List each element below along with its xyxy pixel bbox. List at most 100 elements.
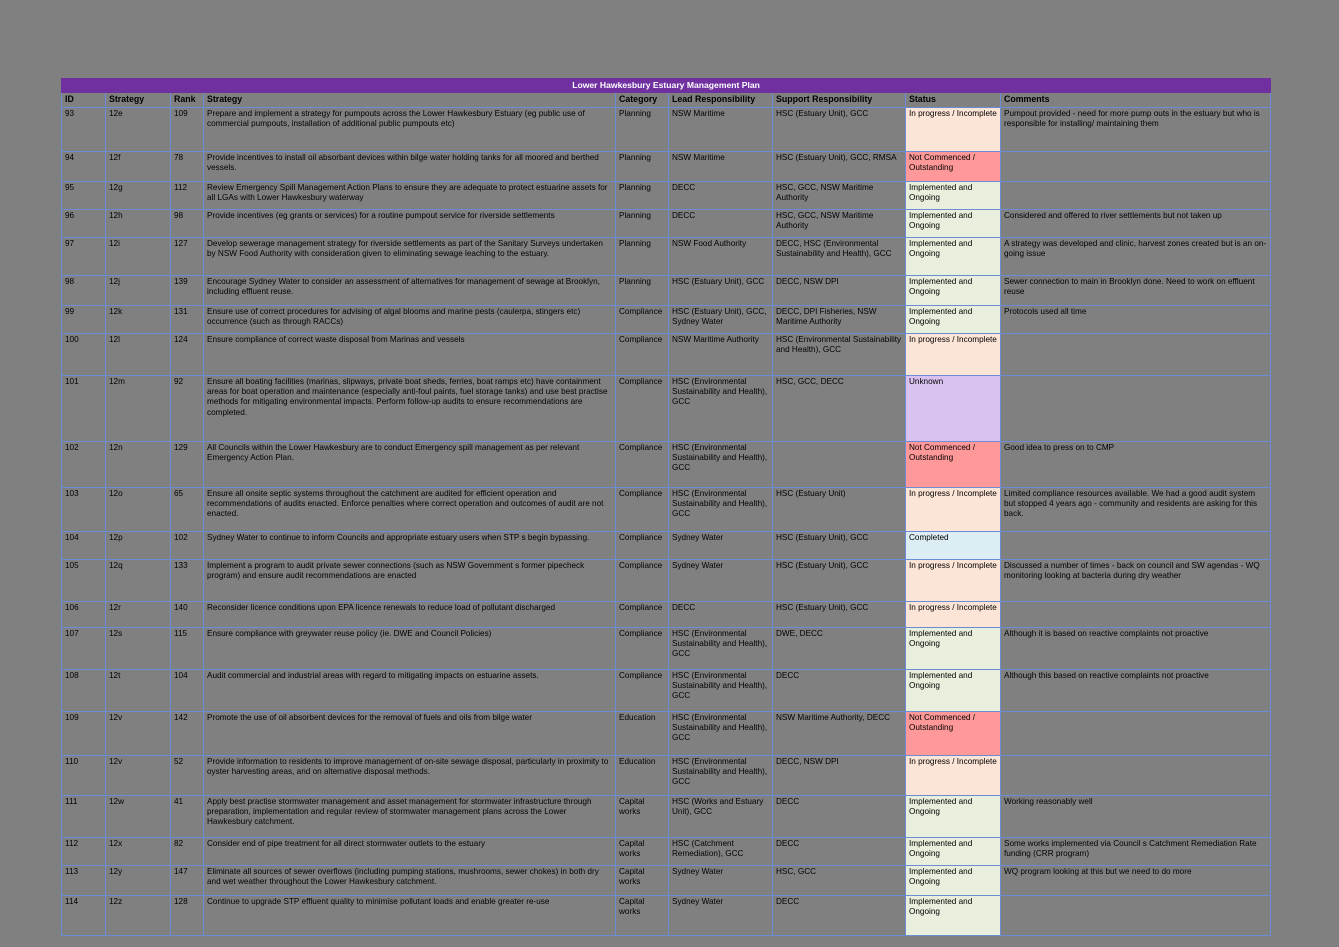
cell-support-responsibility[interactable]: HSC (Estuary Unit) xyxy=(772,487,906,532)
cell-strategy-code[interactable]: 12v xyxy=(105,755,171,796)
cell-lead-responsibility[interactable]: HSC (Environmental Sustainability and He… xyxy=(668,441,773,488)
cell-comments[interactable] xyxy=(999,531,1272,560)
cell-rank[interactable]: 82 xyxy=(170,837,204,866)
table-row[interactable]: 94 12f 78 Provide incentives to install oil… xyxy=(61,151,1272,182)
cell-strategy-code[interactable]: 12v xyxy=(105,711,171,756)
cell-strategy-code[interactable]: 12t xyxy=(105,669,171,712)
table-row[interactable]: 100 12l 124 Ensure compliance of correct wa… xyxy=(61,333,1272,376)
cell-lead-responsibility[interactable]: DECC xyxy=(668,209,773,238)
table-row[interactable]: 106 12r 140 Reconsider licence conditions u… xyxy=(61,601,1272,628)
cell-id[interactable]: 99 xyxy=(61,305,106,334)
cell-support-responsibility[interactable]: HSC, GCC, DECC xyxy=(772,375,906,442)
table-row[interactable]: 101 12m 92 Ensure all boating facilities (m… xyxy=(61,375,1272,442)
cell-rank[interactable]: 98 xyxy=(170,209,204,238)
table-row[interactable]: 104 12p 102 Sydney Water to continue to inf… xyxy=(61,531,1272,560)
cell-support-responsibility[interactable]: DECC, DPI Fisheries, NSW Maritime Author… xyxy=(772,305,906,334)
cell-strategy[interactable]: Encourage Sydney Water to consider an as… xyxy=(203,275,616,306)
cell-lead-responsibility[interactable]: DECC xyxy=(668,601,773,628)
cell-strategy[interactable]: Prepare and implement a strategy for pum… xyxy=(203,107,616,152)
cell-status[interactable]: Implemented and Ongoing xyxy=(905,305,1001,334)
cell-category[interactable]: Planning xyxy=(615,209,669,238)
table-row[interactable]: 95 12g 112 Review Emergency Spill Managemen… xyxy=(61,181,1272,210)
cell-comments[interactable] xyxy=(999,601,1272,628)
cell-lead-responsibility[interactable]: HSC (Environmental Sustainability and He… xyxy=(668,375,773,442)
table-row[interactable]: 111 12w 41 Apply best practise stormwater m… xyxy=(61,795,1272,838)
cell-id[interactable]: 107 xyxy=(61,627,106,670)
table-row[interactable]: 99 12k 131 Ensure use of correct procedures… xyxy=(61,305,1272,334)
cell-strategy-code[interactable]: 12z xyxy=(105,895,171,936)
cell-status[interactable]: Unknown xyxy=(905,375,1001,442)
cell-comments[interactable]: Good idea to press on to CMP xyxy=(999,441,1272,488)
cell-id[interactable]: 96 xyxy=(61,209,106,238)
cell-status[interactable]: Implemented and Ongoing xyxy=(905,669,1001,712)
table-row[interactable]: 112 12x 82 Consider end of pipe treatment f… xyxy=(61,837,1272,866)
cell-lead-responsibility[interactable]: NSW Maritime xyxy=(668,107,773,152)
cell-id[interactable]: 105 xyxy=(61,559,106,602)
cell-lead-responsibility[interactable]: HSC (Estuary Unit), GCC xyxy=(668,275,773,306)
cell-rank[interactable]: 52 xyxy=(170,755,204,796)
cell-category[interactable]: Compliance xyxy=(615,305,669,334)
cell-strategy[interactable]: Ensure all boating facilities (marinas, … xyxy=(203,375,616,442)
column-header-rank[interactable]: Rank xyxy=(170,92,204,108)
cell-strategy-code[interactable]: 12h xyxy=(105,209,171,238)
cell-id[interactable]: 109 xyxy=(61,711,106,756)
cell-lead-responsibility[interactable]: HSC (Estuary Unit), GCC, Sydney Water xyxy=(668,305,773,334)
cell-strategy-code[interactable]: 12i xyxy=(105,237,171,276)
cell-strategy[interactable]: All Councils within the Lower Hawkesbury… xyxy=(203,441,616,488)
cell-strategy-code[interactable]: 12s xyxy=(105,627,171,670)
cell-category[interactable]: Capital works xyxy=(615,795,669,838)
cell-rank[interactable]: 128 xyxy=(170,895,204,936)
cell-rank[interactable]: 112 xyxy=(170,181,204,210)
cell-status[interactable]: In progress / Incomplete xyxy=(905,601,1001,628)
cell-strategy[interactable]: Promote the use of oil absorbent devices… xyxy=(203,711,616,756)
cell-comments[interactable]: Considered and offered to river settleme… xyxy=(999,209,1272,238)
table-row[interactable]: 105 12q 133 Implement a program to audit pr… xyxy=(61,559,1272,602)
cell-support-responsibility[interactable]: HSC (Estuary Unit), GCC xyxy=(772,601,906,628)
cell-lead-responsibility[interactable]: HSC (Environmental Sustainability and He… xyxy=(668,487,773,532)
column-header-status[interactable]: Status xyxy=(905,92,1001,108)
cell-support-responsibility[interactable]: DWE, DECC xyxy=(772,627,906,670)
cell-id[interactable]: 110 xyxy=(61,755,106,796)
column-header-category[interactable]: Category xyxy=(615,92,669,108)
cell-id[interactable]: 98 xyxy=(61,275,106,306)
cell-strategy[interactable]: Provide incentives (eg grants or service… xyxy=(203,209,616,238)
cell-status[interactable]: In progress / Incomplete xyxy=(905,559,1001,602)
cell-status[interactable]: Implemented and Ongoing xyxy=(905,627,1001,670)
cell-lead-responsibility[interactable]: Sydney Water xyxy=(668,559,773,602)
cell-support-responsibility[interactable]: DECC, NSW DPI xyxy=(772,755,906,796)
cell-support-responsibility[interactable]: DECC, HSC (Environmental Sustainability … xyxy=(772,237,906,276)
cell-id[interactable]: 106 xyxy=(61,601,106,628)
cell-rank[interactable]: 102 xyxy=(170,531,204,560)
table-row[interactable]: 97 12i 127 Develop sewerage management stra… xyxy=(61,237,1272,276)
cell-strategy-code[interactable]: 12j xyxy=(105,275,171,306)
table-row[interactable]: 98 12j 139 Encourage Sydney Water to consid… xyxy=(61,275,1272,306)
cell-category[interactable]: Compliance xyxy=(615,559,669,602)
cell-lead-responsibility[interactable]: HSC (Works and Estuary Unit), GCC xyxy=(668,795,773,838)
cell-category[interactable]: Planning xyxy=(615,181,669,210)
cell-strategy[interactable]: Apply best practise stormwater managemen… xyxy=(203,795,616,838)
cell-rank[interactable]: 104 xyxy=(170,669,204,712)
cell-id[interactable]: 95 xyxy=(61,181,106,210)
cell-category[interactable]: Compliance xyxy=(615,531,669,560)
cell-status[interactable]: Implemented and Ongoing xyxy=(905,795,1001,838)
cell-support-responsibility[interactable]: HSC, GCC xyxy=(772,865,906,896)
cell-lead-responsibility[interactable]: NSW Maritime xyxy=(668,151,773,182)
cell-category[interactable]: Capital works xyxy=(615,895,669,936)
cell-lead-responsibility[interactable]: Sydney Water xyxy=(668,895,773,936)
cell-comments[interactable]: WQ program looking at this but we need t… xyxy=(999,865,1272,896)
cell-category[interactable]: Planning xyxy=(615,151,669,182)
cell-strategy-code[interactable]: 12k xyxy=(105,305,171,334)
table-row[interactable]: 109 12v 142 Promote the use of oil absorben… xyxy=(61,711,1272,756)
cell-rank[interactable]: 147 xyxy=(170,865,204,896)
cell-status[interactable]: Implemented and Ongoing xyxy=(905,209,1001,238)
cell-support-responsibility[interactable]: DECC xyxy=(772,837,906,866)
cell-support-responsibility[interactable]: HSC (Environmental Sustainability and He… xyxy=(772,333,906,376)
cell-support-responsibility[interactable]: DECC xyxy=(772,895,906,936)
cell-strategy-code[interactable]: 12m xyxy=(105,375,171,442)
cell-status[interactable]: Implemented and Ongoing xyxy=(905,837,1001,866)
cell-status[interactable]: Implemented and Ongoing xyxy=(905,895,1001,936)
cell-support-responsibility[interactable]: HSC (Estuary Unit), GCC xyxy=(772,531,906,560)
cell-status[interactable]: Not Commenced / Outstanding xyxy=(905,711,1001,756)
cell-id[interactable]: 101 xyxy=(61,375,106,442)
column-header-comments[interactable]: Comments xyxy=(999,92,1272,108)
